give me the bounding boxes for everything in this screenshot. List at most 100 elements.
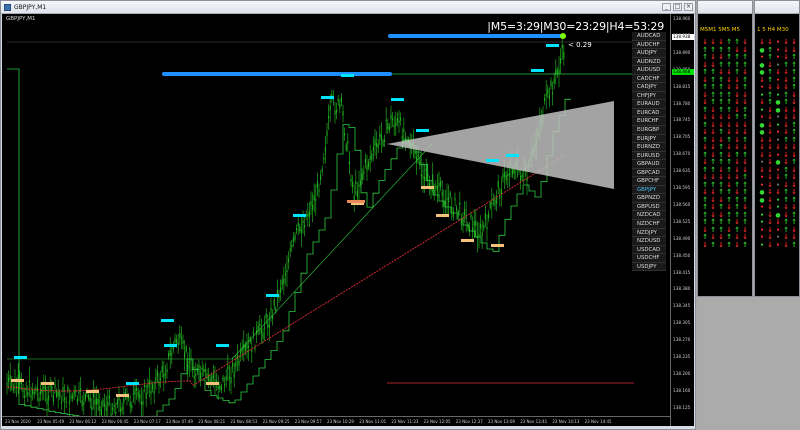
chart-titlebar[interactable]: GBPJPY,M1 _ □ ×: [1, 1, 695, 14]
candle-body: [201, 367, 203, 370]
symbol-item[interactable]: CHFJPY: [632, 91, 666, 101]
candle-body: [22, 389, 24, 392]
symbol-item[interactable]: USDJPY: [632, 262, 666, 272]
close-icon[interactable]: ×: [684, 3, 693, 11]
symbol-item[interactable]: GBPNZD: [632, 194, 666, 203]
candle-body: [318, 189, 320, 192]
symbol-item[interactable]: AUDNZD: [632, 57, 666, 67]
symbol-item[interactable]: NZDJPY: [632, 228, 666, 238]
moving-average-red: [6, 154, 566, 392]
arrow-up-icon: ↑: [726, 240, 732, 249]
candle-body: [396, 117, 398, 122]
signal-dot-icon: ●: [759, 196, 765, 204]
candle-body: [59, 391, 61, 398]
signal-dot-icon: •: [776, 241, 780, 249]
arrow-down-icon: ↓: [775, 218, 781, 226]
candle-body: [323, 157, 325, 160]
candle-body: [204, 369, 206, 372]
symbol-item[interactable]: CADCHF: [632, 74, 666, 84]
candle-body: [289, 248, 291, 251]
candle-body: [366, 165, 368, 171]
candle-body: [166, 369, 168, 373]
symbol-item[interactable]: GBPUSD: [632, 202, 666, 212]
candle-body: [547, 88, 549, 95]
candle-body: [296, 228, 298, 231]
candle-body: [107, 401, 109, 407]
candle-body: [456, 207, 458, 211]
candle-body: [219, 385, 221, 390]
candle-body: [136, 387, 138, 391]
candle-body: [432, 174, 434, 181]
signal-panel-2-titlebar[interactable]: [755, 1, 799, 14]
candle-body: [113, 404, 115, 407]
candle-body: [491, 202, 493, 205]
price-axis[interactable]: 138.960138.925138.890138.850138.815138.7…: [670, 14, 694, 426]
symbol-item[interactable]: AUDCHF: [632, 40, 666, 50]
signal-panel-1-titlebar[interactable]: [698, 1, 752, 14]
time-tick-label: 23 Nov 14:45: [584, 419, 612, 424]
symbol-item[interactable]: AUDUSD: [632, 66, 666, 75]
candle-body: [467, 225, 469, 227]
candle-body: [185, 346, 187, 352]
candle-body: [403, 128, 405, 132]
candle-body: [281, 279, 283, 286]
symbol-item[interactable]: USDCAD: [632, 245, 666, 255]
price-tick-label: 138.780: [673, 100, 691, 106]
symbol-item[interactable]: NZDUSD: [632, 237, 666, 246]
symbol-item[interactable]: EURGBP: [632, 126, 666, 135]
candle-body: [97, 398, 99, 404]
symbol-item[interactable]: GBPJPY: [632, 185, 666, 195]
symbol-item[interactable]: GBPCAD: [632, 168, 666, 178]
candle-body: [118, 397, 120, 401]
symbol-item[interactable]: CADJPY: [632, 83, 666, 92]
symbol-item[interactable]: EURAUD: [632, 100, 666, 109]
signal-dot-icon: •: [776, 129, 780, 136]
candle-body: [372, 146, 374, 151]
symbol-item[interactable]: AUDJPY: [632, 49, 666, 58]
candle-body: [480, 224, 482, 229]
symbol-item[interactable]: EURCHF: [632, 117, 666, 127]
candle-body: [459, 202, 461, 205]
symbol-item[interactable]: EURCAD: [632, 108, 666, 118]
signal-dot-icon: •: [760, 114, 764, 121]
time-axis[interactable]: 23 Nov 2020 23 Nov 05:49 23 Nov 06:12 23 No…: [2, 416, 670, 426]
candle-body: [9, 374, 11, 380]
maximize-icon[interactable]: □: [673, 3, 682, 11]
signal-dot-icon: ●: [775, 106, 781, 114]
candle-body: [238, 360, 240, 366]
candle-body: [264, 327, 266, 329]
price-chart[interactable]: GBPJPY,M1 |M5=3:29|M30=23:29|H4=53:29 < …: [2, 14, 670, 426]
symbol-item[interactable]: GBPCHF: [632, 177, 666, 186]
price-tick-label: 138.745: [673, 117, 691, 123]
candle-body: [481, 232, 483, 237]
signal-dot-icon: •: [776, 121, 780, 129]
candle-body: [38, 397, 40, 402]
candle-body: [364, 158, 366, 164]
candle-body: [400, 117, 402, 121]
swing-high-marker: [546, 44, 559, 47]
symbol-item[interactable]: GBPAUD: [632, 160, 666, 169]
price-tick-label: 138.490: [673, 235, 691, 241]
symbol-item[interactable]: AUDCAD: [632, 32, 666, 41]
candle-body: [148, 380, 150, 385]
symbol-item[interactable]: NZDCAD: [632, 211, 666, 221]
candle-body: [33, 391, 35, 395]
arrow-down-icon: ↓: [775, 143, 781, 151]
signal-dot-icon: ●: [759, 61, 765, 69]
candle-body: [280, 287, 282, 293]
price-tick-label: 138.305: [673, 320, 691, 326]
candle-body: [99, 406, 101, 411]
minimize-icon[interactable]: _: [662, 3, 671, 11]
time-tick-label: 23 Nov 10:29: [327, 419, 354, 424]
symbol-item[interactable]: EURUSD: [632, 151, 666, 161]
symbol-item[interactable]: EURJPY: [632, 134, 666, 144]
symbol-item[interactable]: EURNZD: [632, 143, 666, 152]
candle-body: [150, 390, 152, 394]
candle-body: [392, 118, 394, 121]
candle-body: [377, 144, 379, 148]
price-tick-label: 138.270: [673, 337, 691, 343]
price-tick-label: 138.635: [673, 168, 691, 174]
symbol-item[interactable]: NZDCHF: [632, 220, 666, 229]
candle-body: [228, 376, 230, 379]
symbol-item[interactable]: USDCHF: [632, 254, 666, 263]
